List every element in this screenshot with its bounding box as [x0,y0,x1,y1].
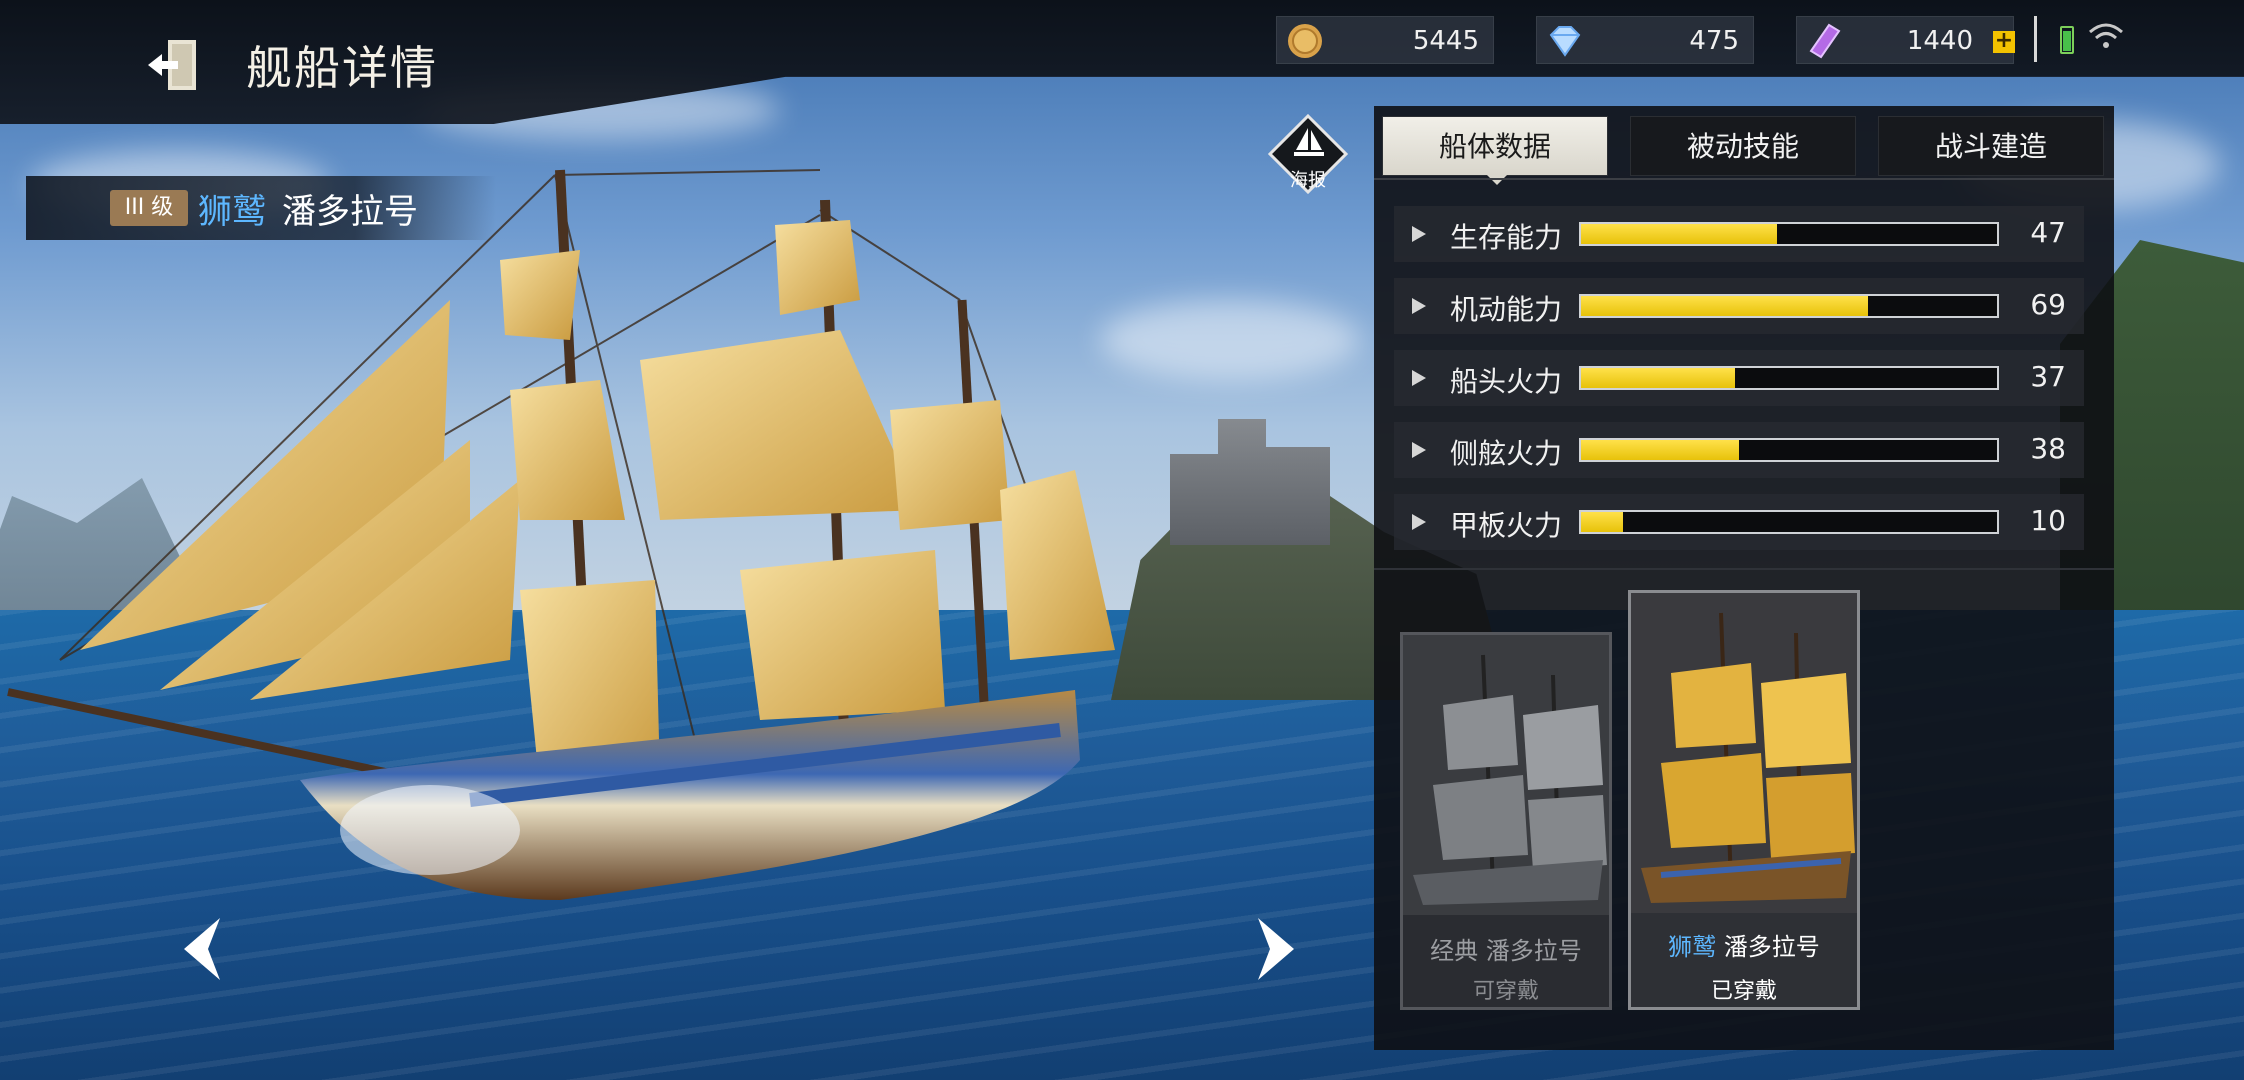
status-divider [2034,16,2037,62]
ship-name: 潘多拉号 [282,192,418,232]
play-arrow-icon [1412,370,1426,386]
poster-button[interactable]: 海报 [1267,113,1349,195]
skin-status: 已穿戴 [1710,979,1777,1004]
stat-label: 机动能力 [1450,293,1563,326]
stat-label: 生存能力 [1450,221,1563,254]
page-title: 舰船详情 [246,41,438,95]
previous-ship-arrow-icon[interactable] [176,914,226,984]
skin-name: 潘多拉号 [1723,933,1820,961]
stat-bar [1579,366,1999,390]
gold-resource[interactable]: 5445 [1276,16,1494,64]
stat-row-deck-firepower: 甲板火力 10 [1394,494,2084,550]
ship-name-bar: III 级 狮鹫 潘多拉号 [26,176,496,240]
add-ticket-plus-icon[interactable]: + [1993,30,2015,53]
wifi-icon [2089,23,2123,48]
stat-value: 37 [2030,360,2066,393]
skin-prefix: 经典 [1430,937,1479,965]
ticket-value: 1440 [1906,26,1973,56]
skin-title: 经典 潘多拉号 [1403,931,1609,966]
stat-label: 侧舷火力 [1450,437,1563,470]
stat-row-bow-firepower: 船头火力 37 [1394,350,2084,406]
ship-info-panel: 船体数据 被动技能 战斗建造 生存能力 47 机动能力 69 船头火力 37 侧… [1374,106,2114,1050]
skin-card-classic[interactable]: 经典 潘多拉号 可穿戴 [1400,632,1612,1010]
ticket-resource[interactable]: 1440 + [1796,16,2015,64]
stat-bar [1579,438,1999,462]
stat-row-mobility: 机动能力 69 [1394,278,2084,334]
skin-prefix: 狮鹫 [1668,933,1717,961]
stat-row-broadside-firepower: 侧舷火力 38 [1394,422,2084,478]
next-ship-arrow-icon[interactable] [1252,914,1302,984]
tab-divider [1374,178,2114,180]
play-arrow-icon [1412,226,1426,242]
tab-passive-skills[interactable]: 被动技能 [1630,116,1856,176]
stat-bar-fill [1581,440,1740,460]
back-button[interactable] [140,30,210,100]
play-arrow-icon [1412,442,1426,458]
stat-bar [1579,510,1999,534]
stat-value: 69 [2030,288,2066,321]
panel-divider [1374,568,2114,570]
exit-door-icon [148,40,196,90]
stat-bar [1579,294,1999,318]
poster-label: 海报 [1290,170,1326,191]
tab-battle-build[interactable]: 战斗建造 [1878,116,2104,176]
diamond-value: 475 [1689,26,1739,56]
stat-value: 38 [2030,432,2066,465]
stat-bar [1579,222,1999,246]
stat-bar-fill [1581,512,1623,532]
ship-model [7,169,1115,900]
purple-ticket-icon [1809,23,1841,59]
gold-coin-icon [1288,24,1322,58]
skin-ship-art [1631,593,1857,913]
skin-name: 潘多拉号 [1485,937,1582,965]
stat-value: 47 [2030,216,2066,249]
play-arrow-icon [1412,298,1426,314]
skin-ship-art [1403,635,1609,915]
tab-hull-data[interactable]: 船体数据 [1382,116,1608,185]
skin-card-griffin[interactable]: 狮鹫 潘多拉号 已穿戴 [1628,590,1860,1010]
diamond-resource[interactable]: 475 [1536,16,1754,64]
tier-badge: III 级 [110,190,188,226]
play-arrow-icon [1412,514,1426,530]
stat-bar-fill [1581,296,1869,316]
stat-value: 10 [2030,504,2066,537]
ship-class: 狮鹫 [198,192,266,232]
gold-value: 5445 [1412,26,1479,56]
stat-bar-fill [1581,368,1735,388]
skin-status: 可穿戴 [1472,979,1539,1004]
skin-title: 狮鹫 潘多拉号 [1631,927,1857,962]
stat-label: 甲板火力 [1450,509,1563,542]
battery-icon [2060,26,2074,54]
stat-label: 船头火力 [1450,365,1563,398]
diamond-icon [1549,26,1581,57]
stat-row-survivability: 生存能力 47 [1394,206,2084,262]
stat-bar-fill [1581,224,1777,244]
